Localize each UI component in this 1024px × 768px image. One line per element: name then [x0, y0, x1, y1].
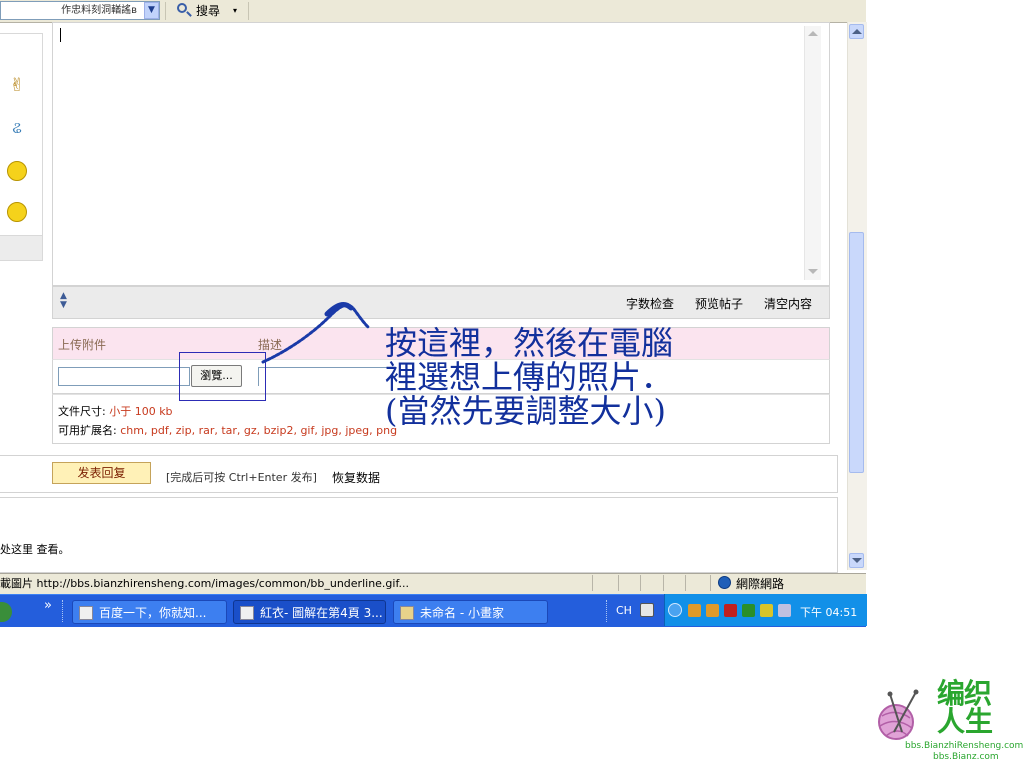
tray-network-icon[interactable] [742, 604, 755, 617]
status-divider [663, 575, 664, 591]
status-divider [592, 575, 593, 591]
task-label: 百度一下，你就知... [99, 606, 207, 620]
language-indicator[interactable]: CH [616, 604, 632, 617]
task-button-hongyi[interactable]: 紅衣- 圖解在第4頁 3... [233, 600, 386, 624]
file-size-label: 文件尺寸: [58, 405, 110, 418]
logo-line-2: 人生 [937, 705, 994, 738]
file-path-input[interactable] [58, 367, 190, 386]
smilies-footer [0, 235, 42, 260]
peace-hand-icon[interactable]: ✌ [7, 76, 27, 96]
toolbar-separator [248, 2, 249, 20]
preview-link[interactable]: 预览帖子 [695, 295, 743, 312]
annotation-line-2: 裡選想上傳的照片． [385, 358, 674, 396]
annotation-line-1: 按這裡，然後在電腦 [385, 324, 674, 362]
logo-url-1: bbs.BianzhiRensheng.com [905, 741, 1024, 751]
page-scroll-up-button[interactable] [849, 24, 864, 39]
tray-d-icon[interactable] [760, 604, 773, 617]
logo-url: bbs.BianzhiRensheng.com bbs.Bianz.com [905, 741, 1023, 763]
annotation-arrow-icon [261, 302, 371, 364]
search-button[interactable]: 搜尋 ▾ [170, 0, 248, 22]
tray-app-icon[interactable] [706, 604, 719, 617]
smilies-panel [0, 33, 43, 261]
paint-window-icon [400, 606, 414, 620]
annotation-line-3: (當然先要調整大小) [385, 392, 666, 430]
status-divider [710, 575, 711, 591]
post-reply-button[interactable]: 发表回复 [52, 462, 151, 484]
file-size-info: 文件尺寸: 小于 100 kb [58, 403, 173, 419]
address-combo[interactable]: 作忠料刻洞輶謠в [0, 1, 160, 20]
scroll-down-icon [852, 558, 862, 563]
task-label: 紅衣- 圖解在第4頁 3... [260, 606, 383, 620]
scroll-up-icon [852, 29, 862, 34]
tray-app-icon[interactable] [688, 604, 701, 617]
status-text: 載圖片 http://bbs.bianzhirensheng.com/image… [0, 577, 410, 590]
text-caret [60, 28, 61, 42]
restore-data-link[interactable]: 恢复数据 [332, 469, 380, 486]
resize-editor-icon[interactable]: ▲ ▼ [60, 292, 78, 312]
page-scroll-down-button[interactable] [849, 553, 864, 568]
tray-flag-icon[interactable] [724, 604, 737, 617]
curl-smiley-icon[interactable]: ଌ [7, 118, 27, 138]
logo-url-2: bbs.Bianz.com [933, 752, 999, 762]
sad-smiley-icon[interactable] [7, 161, 27, 181]
status-divider [685, 575, 686, 591]
page-scroll-thumb[interactable] [849, 232, 864, 473]
clear-content-link[interactable]: 清空内容 [764, 295, 812, 312]
search-icon [177, 3, 187, 13]
tray-clock: 下午 04:51 [800, 606, 858, 619]
message-textarea[interactable] [52, 22, 830, 286]
zone-label: 網際網路 [736, 577, 785, 591]
lower-content-box [0, 497, 838, 573]
ie-window-icon [79, 606, 93, 620]
yarn-ball-logo-icon [878, 689, 919, 740]
tray-collapse-icon[interactable] [668, 603, 682, 617]
status-divider [618, 575, 619, 591]
task-label: 未命名 - 小畫家 [420, 606, 504, 620]
search-label: 搜尋 [196, 4, 221, 18]
scroll-up-icon[interactable] [808, 31, 818, 36]
internet-zone-icon [718, 576, 731, 589]
address-dropdown-button[interactable]: ▼ [144, 2, 159, 19]
taskbar-grip [606, 600, 609, 622]
task-button-paint[interactable]: 未命名 - 小畫家 [393, 600, 548, 624]
scroll-down-icon[interactable] [808, 269, 818, 274]
ie-window-icon [240, 606, 254, 620]
view-here-text: 处这里 查看。 [0, 543, 70, 556]
ctrl-enter-hint: [完成后可按 Ctrl+Enter 发布] [166, 471, 317, 484]
extensions-info: 可用扩展名: chm, pdf, zip, rar, tar, gz, bzip… [58, 422, 397, 438]
word-count-link[interactable]: 字数检查 [626, 295, 674, 312]
taskbar-grip [62, 600, 65, 622]
status-divider [640, 575, 641, 591]
search-dropdown-icon[interactable]: ▾ [233, 0, 237, 22]
task-button-baidu[interactable]: 百度一下，你就知... [72, 600, 227, 624]
file-size-value: 小于 100 kb [109, 405, 173, 418]
upload-attachment-label: 上传附件 [58, 338, 107, 352]
highlight-box [179, 352, 266, 401]
tray-speaker-icon[interactable] [778, 604, 791, 617]
confused-smiley-icon[interactable] [7, 202, 27, 222]
annotation-text: 按這裡，然後在電腦 裡選想上傳的照片． (當然先要調整大小) [385, 326, 673, 428]
extensions-label: 可用扩展名: [58, 424, 121, 437]
quicklaunch-chevron-icon[interactable]: » [44, 598, 52, 613]
editor-scrollbar[interactable] [804, 26, 821, 280]
extensions-value: chm, pdf, zip, rar, tar, gz, bzip2, gif,… [120, 424, 398, 437]
ime-icon[interactable] [640, 603, 654, 617]
toolbar-separator [165, 2, 166, 20]
